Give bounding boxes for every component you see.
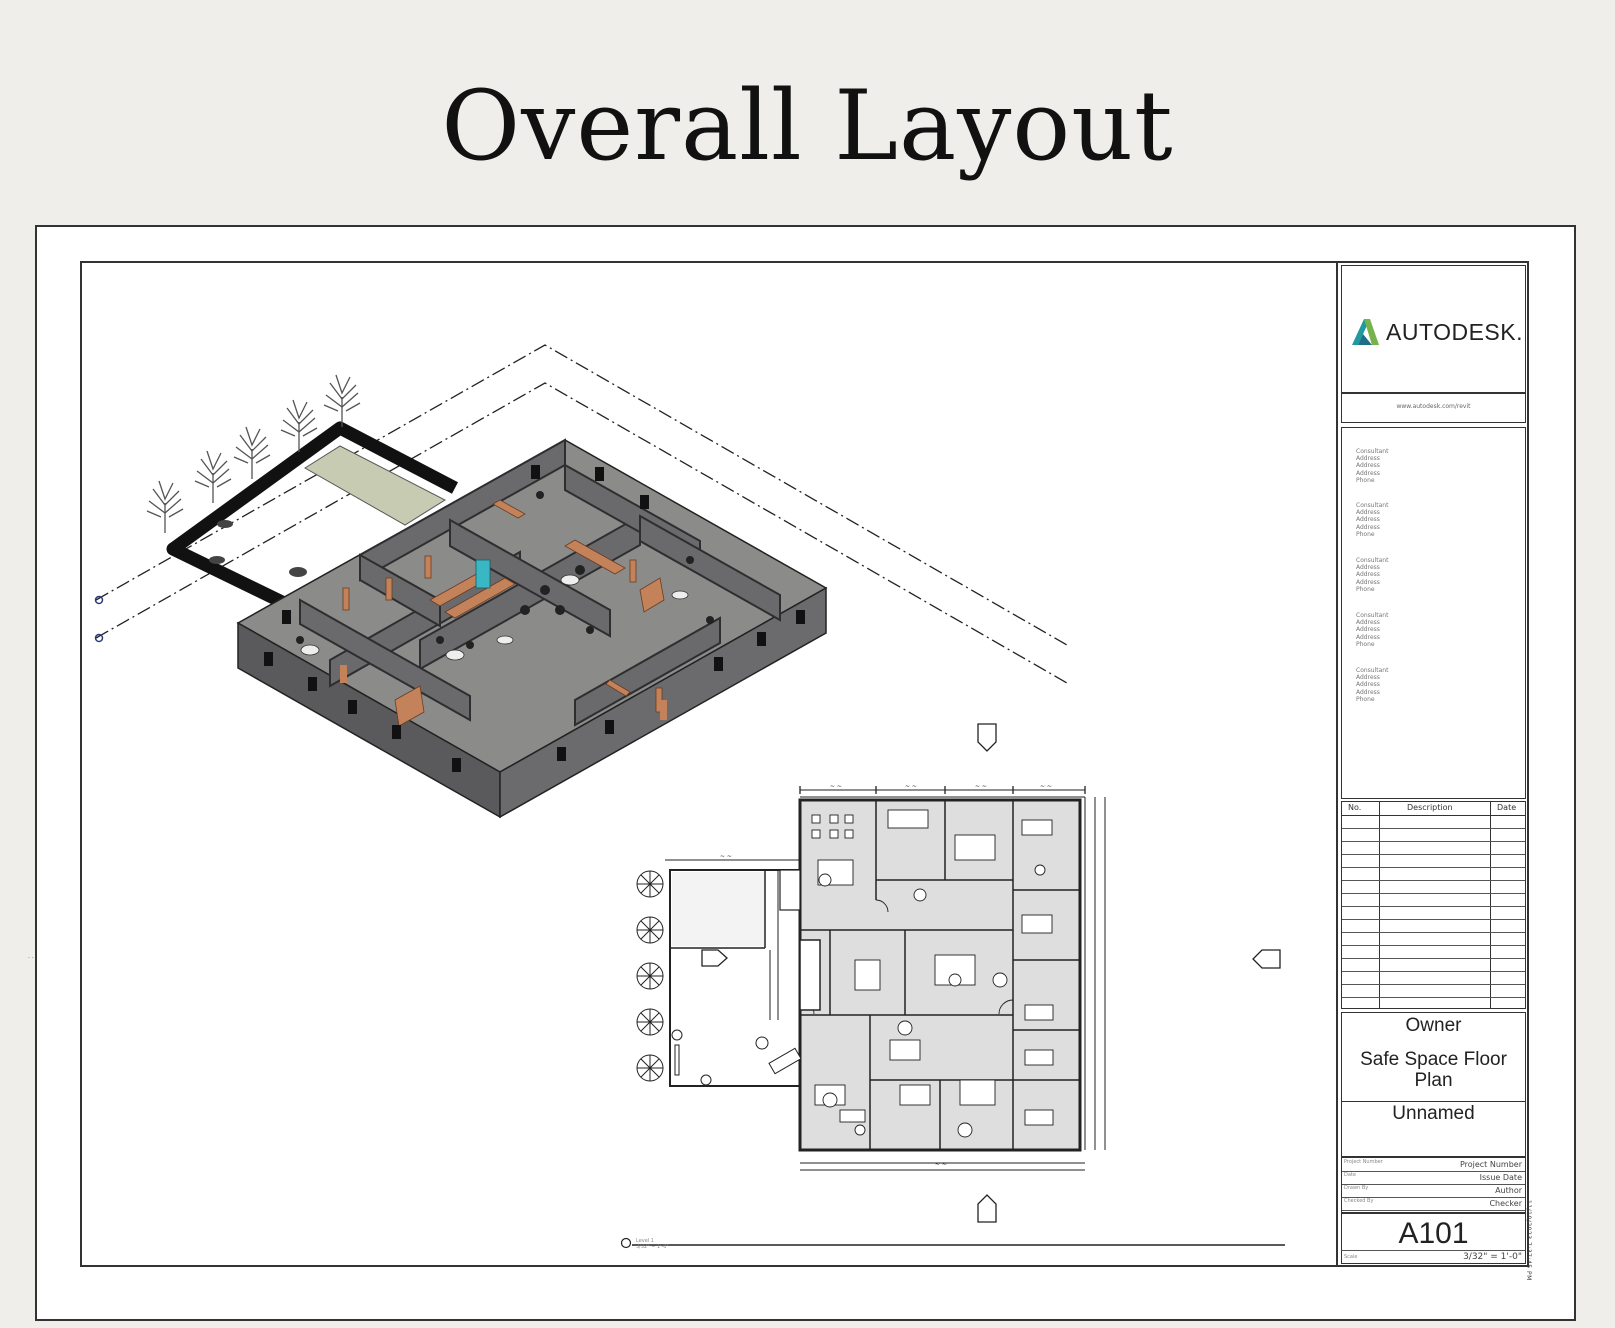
consultant-block: Consultant Address Address Address Phone — [1356, 667, 1389, 703]
info-row: Drawn By Author — [1342, 1184, 1525, 1198]
revision-table-header: No. Description Date — [1342, 802, 1525, 816]
website-url: www.autodesk.com/revit — [1396, 403, 1471, 410]
sheet-number: A101 — [1398, 1217, 1469, 1250]
consultant-block: Consultant Address Address Address Phone — [1356, 557, 1389, 593]
edge-mark: · · — [28, 955, 34, 962]
building-plan — [671, 798, 1082, 1152]
svg-text:~ ~: ~ ~ — [935, 1161, 947, 1168]
info-row: Checked By Checker — [1342, 1197, 1525, 1211]
isometric-3d-view — [94, 344, 1068, 819]
revision-col-description: Description — [1407, 803, 1453, 812]
consultant-block: Consultant Address Address Address Phone — [1356, 502, 1389, 538]
revision-table: No. Description Date — [1341, 801, 1526, 1009]
owner-panel: Owner Safe Space Floor Plan — [1341, 1012, 1526, 1102]
print-timestamp: 11/10/2023 7:37:45 PM — [1525, 1200, 1532, 1281]
courtyard-trees — [636, 870, 664, 1082]
view-title — [620, 1237, 1285, 1249]
sheet-name-panel: Unnamed — [1341, 1101, 1526, 1157]
view-label: Level 1 3/32" = 1'-0" — [636, 1238, 669, 1250]
project-info-panel: Project Number Project Number Date Issue D… — [1341, 1157, 1526, 1213]
vending-machine — [475, 559, 491, 589]
revision-divider — [1490, 802, 1491, 1008]
revision-col-no: No. — [1348, 803, 1362, 812]
scale-value: 3/32" = 1'-0" — [1463, 1252, 1522, 1262]
logo-text: AUTODESK. — [1386, 319, 1523, 345]
title-block-logo: AUTODESK. — [1341, 265, 1526, 393]
level-markers — [94, 595, 104, 643]
info-row: Date Issue Date — [1342, 1171, 1525, 1185]
consultants-panel: Consultant Address Address Address Phone Con… — [1341, 427, 1526, 799]
autodesk-logo-icon — [1352, 319, 1379, 345]
svg-text:~ ~: ~ ~ — [1040, 783, 1052, 790]
consultant-block: Consultant Address Address Address Phone — [1356, 612, 1389, 648]
info-row: Project Number Project Number — [1342, 1158, 1525, 1172]
project-name: Safe Space Floor Plan — [1360, 1049, 1507, 1091]
svg-text:~ ~: ~ ~ — [720, 853, 732, 860]
svg-text:~ ~: ~ ~ — [830, 783, 842, 790]
floor-plan-view: ~ ~ ~ ~ ~ ~ ~ ~ ~ ~ ~ ~ — [620, 723, 1285, 1249]
scale-label: Scale — [1344, 1254, 1358, 1260]
revision-col-date: Date — [1497, 803, 1517, 812]
consultant-block: Consultant Address Address Address Phone — [1356, 448, 1389, 484]
view-scale: 3/32" = 1'-0" — [636, 1244, 669, 1250]
title-block-url: www.autodesk.com/revit — [1341, 393, 1526, 423]
title-block-divider — [1336, 261, 1338, 1267]
building-model — [236, 438, 828, 819]
owner-name: Owner — [1405, 1015, 1462, 1036]
revision-divider — [1379, 802, 1380, 1008]
sheet-name: Unnamed — [1392, 1103, 1475, 1124]
scale-panel: Scale 3/32" = 1'-0" — [1341, 1250, 1526, 1264]
svg-text:~ ~: ~ ~ — [975, 783, 987, 790]
svg-text:~ ~: ~ ~ — [905, 783, 917, 790]
